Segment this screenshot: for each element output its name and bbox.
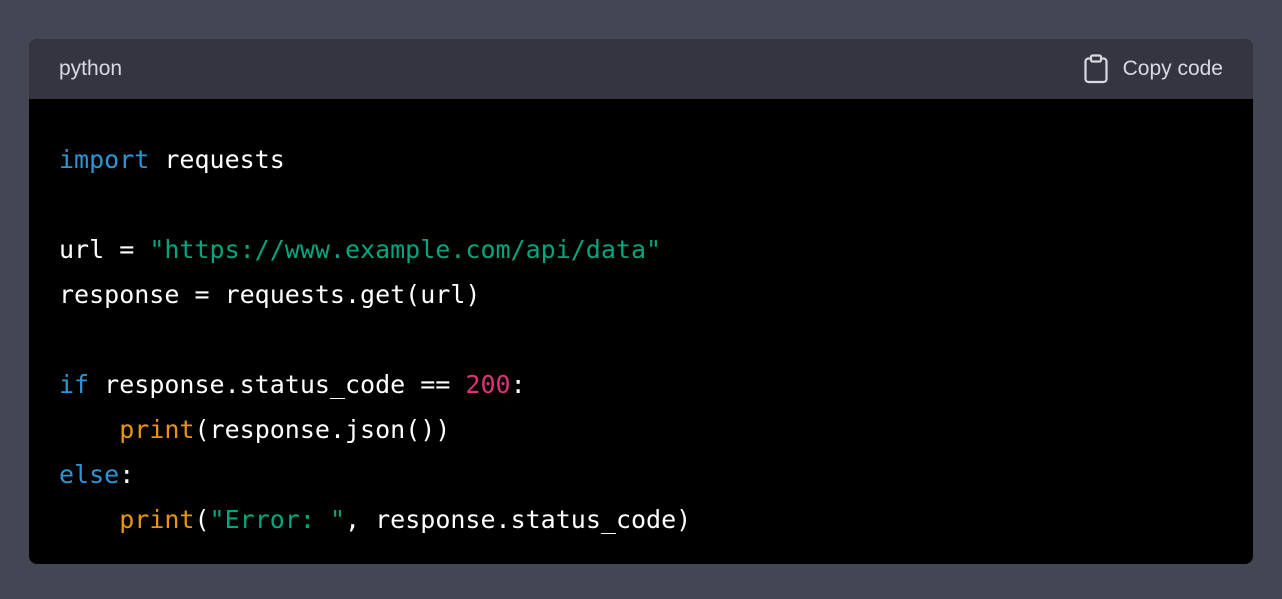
code-line: print(response.json()) xyxy=(59,407,1223,452)
code-line: url = "https://www.example.com/api/data" xyxy=(59,227,1223,272)
code-token-builtin: print xyxy=(119,505,195,534)
language-label: python xyxy=(59,57,123,80)
code-token-string: "Error: " xyxy=(209,505,346,534)
code-token-plain: ( xyxy=(194,505,210,534)
copy-code-button[interactable]: Copy code xyxy=(1083,54,1223,84)
code-line: else: xyxy=(59,452,1223,497)
copy-code-label: Copy code xyxy=(1122,57,1223,80)
code-token-plain: : xyxy=(510,370,526,399)
code-token-plain: , response.status_code) xyxy=(345,505,692,534)
code-line: if response.status_code == 200: xyxy=(59,362,1223,407)
code-line: import requests xyxy=(59,137,1223,182)
code-line: response = requests.get(url) xyxy=(59,272,1223,317)
code-token-plain: url = xyxy=(59,235,150,264)
code-token-keyword: else xyxy=(59,460,120,489)
code-token-plain: : xyxy=(119,460,135,489)
code-block: python Copy code import requests​url = "… xyxy=(29,39,1253,564)
code-token-plain: requests xyxy=(149,145,285,174)
code-line: print("Error: ", response.status_code) xyxy=(59,497,1223,542)
code-token-keyword: import xyxy=(59,145,150,174)
clipboard-icon xyxy=(1083,54,1109,84)
code-token-plain: response.status_code == xyxy=(89,370,466,399)
code-token-builtin: print xyxy=(119,415,195,444)
code-block-header: python Copy code xyxy=(29,39,1253,99)
code-token-string: "https://www.example.com/api/data" xyxy=(149,235,662,264)
code-token-plain: response = requests.get(url) xyxy=(59,280,481,309)
code-content[interactable]: import requests​url = "https://www.examp… xyxy=(29,99,1253,542)
code-token-number: 200 xyxy=(465,370,511,399)
code-line: ​ xyxy=(59,182,1223,227)
code-token-keyword: if xyxy=(59,370,90,399)
code-token-plain: (response.json()) xyxy=(194,415,451,444)
code-line: ​ xyxy=(59,317,1223,362)
